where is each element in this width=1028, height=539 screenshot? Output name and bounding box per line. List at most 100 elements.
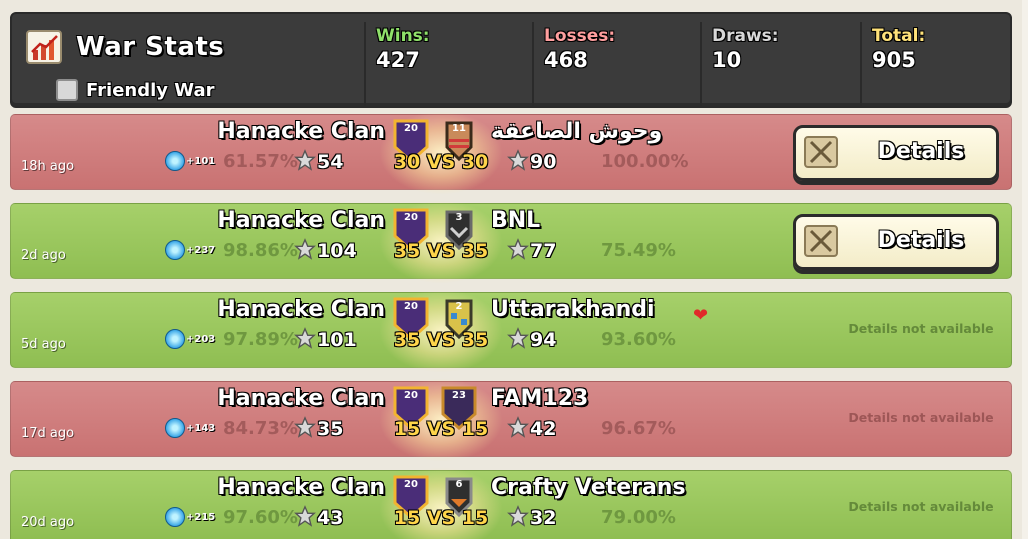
- war-size: 15 VS 15: [393, 418, 489, 440]
- crossed-swords-icon: [804, 225, 838, 257]
- war-size: 35 VS 35: [393, 240, 489, 262]
- xp-gained: +237: [186, 245, 216, 256]
- details-label: Details: [877, 139, 965, 164]
- page-title: War Stats: [76, 32, 225, 62]
- losses-value: 468: [544, 48, 588, 72]
- clan-level: 20: [404, 123, 418, 134]
- opponent-stars: 94: [530, 329, 557, 351]
- war-row[interactable]: 2d ago Hanacke Clan 20 3 BNL +237 98.86%…: [10, 200, 1012, 284]
- star-icon: [294, 416, 316, 438]
- opponent-stars: 32: [530, 507, 557, 529]
- opponent-level: 3: [455, 212, 463, 223]
- war-row[interactable]: 17d ago Hanacke Clan 20 23 FAM123 +143 8…: [10, 378, 1012, 462]
- opponent-destruction: 79.00%: [601, 507, 676, 528]
- xp-gained: +101: [186, 156, 216, 167]
- xp-gained: +215: [186, 512, 216, 523]
- xp-icon: [165, 418, 185, 438]
- clan-destruction: 61.57%: [223, 151, 298, 172]
- losses-stat: Losses: 468: [532, 22, 700, 106]
- xp-icon: [165, 240, 185, 260]
- war-row[interactable]: 20d ago Hanacke Clan 20 6 Crafty Veteran…: [10, 467, 1012, 539]
- war-row[interactable]: 18h ago Hanacke Clan 20 11 وحوش الصاعقة …: [10, 111, 1012, 195]
- war-time-ago: 20d ago: [21, 515, 75, 530]
- star-icon: [294, 505, 316, 527]
- opponent-stars: 90: [530, 151, 557, 173]
- clan-level: 20: [404, 390, 418, 401]
- war-size: 30 VS 30: [393, 151, 489, 173]
- war-size: 35 VS 35: [393, 329, 489, 351]
- wins-label: Wins:: [376, 26, 430, 46]
- losses-label: Losses:: [544, 26, 616, 46]
- clan-destruction: 84.73%: [223, 418, 298, 439]
- details-unavailable: Details not available: [848, 410, 994, 425]
- war-time-ago: 2d ago: [21, 248, 66, 263]
- details-unavailable: Details not available: [848, 499, 994, 514]
- war-time-ago: 17d ago: [21, 426, 75, 441]
- war-time-ago: 5d ago: [21, 337, 66, 352]
- details-unavailable: Details not available: [848, 321, 994, 336]
- opponent-level: 11: [452, 123, 466, 134]
- opponent-destruction: 100.00%: [601, 151, 689, 172]
- opponent-name: FAM123: [491, 386, 589, 411]
- war-stats-header: War Stats Friendly War Wins: 427 Losses:…: [10, 12, 1012, 108]
- clan-name: Hanacke Clan: [217, 386, 385, 411]
- friendly-war-label: Friendly War: [86, 80, 215, 101]
- clan-stars: 101: [317, 329, 357, 351]
- opponent-name: وحوش الصاعقة: [491, 119, 663, 144]
- clan-level: 20: [404, 479, 418, 490]
- opponent-name: Crafty Veterans: [491, 475, 686, 500]
- star-icon: [507, 416, 529, 438]
- details-label: Details: [877, 228, 965, 253]
- opponent-level: 6: [455, 479, 463, 490]
- war-log-panel: War Stats Friendly War Wins: 427 Losses:…: [0, 0, 1028, 539]
- clan-destruction: 97.89%: [223, 329, 298, 350]
- clan-stars: 35: [317, 418, 344, 440]
- chart-icon: [26, 30, 62, 64]
- opponent-destruction: 96.67%: [601, 418, 676, 439]
- star-icon: [294, 149, 316, 171]
- opponent-stars: 42: [530, 418, 557, 440]
- clan-destruction: 98.86%: [223, 240, 298, 261]
- opponent-name: BNL: [491, 208, 541, 233]
- star-icon: [507, 238, 529, 260]
- war-time-ago: 18h ago: [21, 159, 75, 174]
- star-icon: [294, 238, 316, 260]
- war-size: 15 VS 15: [393, 507, 489, 529]
- clan-stars: 43: [317, 507, 344, 529]
- details-button[interactable]: Details: [793, 214, 999, 270]
- draws-stat: Draws: 10: [700, 22, 860, 106]
- star-icon: [507, 327, 529, 349]
- clan-level: 20: [404, 212, 418, 223]
- clan-name: Hanacke Clan: [217, 297, 385, 322]
- opponent-level: 23: [452, 390, 466, 401]
- clan-level: 20: [404, 301, 418, 312]
- title-area: War Stats Friendly War: [24, 24, 364, 104]
- xp-icon: [165, 151, 185, 171]
- opponent-stars: 77: [530, 240, 557, 262]
- friendly-war-checkbox[interactable]: [56, 79, 78, 101]
- star-icon: [294, 327, 316, 349]
- clan-stars: 54: [317, 151, 344, 173]
- clan-name: Hanacke Clan: [217, 208, 385, 233]
- clan-stars: 104: [317, 240, 357, 262]
- opponent-destruction: 75.49%: [601, 240, 676, 261]
- crossed-swords-icon: [804, 136, 838, 168]
- wins-value: 427: [376, 48, 420, 72]
- draws-value: 10: [712, 48, 742, 72]
- xp-icon: [165, 507, 185, 527]
- details-button[interactable]: Details: [793, 125, 999, 181]
- star-icon: [507, 149, 529, 171]
- clan-name: Hanacke Clan: [217, 475, 385, 500]
- clan-name: Hanacke Clan: [217, 119, 385, 144]
- opponent-destruction: 93.60%: [601, 329, 676, 350]
- clan-destruction: 97.60%: [223, 507, 298, 528]
- total-label: Total:: [872, 26, 926, 46]
- star-icon: [507, 505, 529, 527]
- heart-emoji: ❤: [693, 305, 709, 326]
- war-row[interactable]: 5d ago Hanacke Clan 20 2 Uttarakhandi ❤ …: [10, 289, 1012, 373]
- xp-icon: [165, 329, 185, 349]
- wins-stat: Wins: 427: [364, 22, 532, 106]
- xp-gained: +203: [186, 334, 216, 345]
- draws-label: Draws:: [712, 26, 779, 46]
- xp-gained: +143: [186, 423, 216, 434]
